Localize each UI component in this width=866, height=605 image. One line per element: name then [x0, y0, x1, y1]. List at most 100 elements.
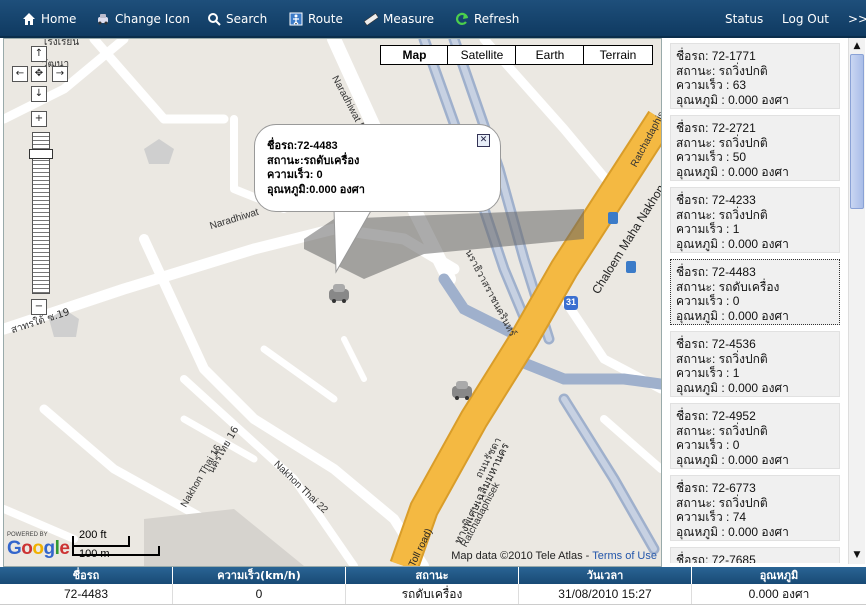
maptype-map[interactable]: Map — [380, 45, 449, 65]
refresh-label: Refresh — [474, 12, 520, 26]
vehicle-card-selected[interactable]: ชื่อรถ: 72-4483 สถานะ: รถดับเครื่อง ความ… — [670, 259, 840, 325]
map-view[interactable]: Naradhiwat Rajanagarindra Naradhiwat Rat… — [3, 38, 662, 567]
refresh-icon — [455, 12, 469, 26]
vehicle-temp: อุณหภูมิ : 0.000 องศา — [676, 524, 789, 539]
column-header-datetime[interactable]: วันเวลา — [519, 567, 692, 584]
vehicle-card[interactable]: ชื่อรถ: 72-2721 สถานะ: รถวิ่งปกติ ความเร… — [670, 115, 840, 181]
ruler-icon — [364, 12, 378, 26]
zoom-slider-thumb[interactable] — [29, 149, 53, 159]
terms-of-use-link[interactable]: Terms of Use — [592, 550, 657, 562]
cell-datetime: 31/08/2010 15:27 — [519, 584, 692, 604]
more-button[interactable]: >> — [848, 11, 866, 27]
cell-status: รถดับเครื่อง — [346, 584, 519, 604]
zoom-out-button[interactable]: − — [31, 299, 47, 315]
maptype-terrain[interactable]: Terrain — [583, 45, 653, 65]
copyright-text: Map data ©2010 Tele Atlas - — [451, 550, 590, 562]
status-button[interactable]: Status — [725, 11, 763, 27]
route-label: Route — [308, 12, 343, 26]
maptype-satellite[interactable]: Satellite — [447, 45, 517, 65]
map-copyright: Map data ©2010 Tele Atlas - Terms of Use — [451, 550, 657, 562]
route-shield-label: 31 — [565, 297, 576, 307]
refresh-button[interactable]: Refresh — [455, 11, 519, 27]
vehicle-status: สถานะ: รถดับเครื่อง — [676, 279, 780, 294]
cell-name: 72-4483 — [0, 584, 173, 604]
measure-label: Measure — [383, 12, 434, 26]
popup-line-temp: อุณหภูมิ:0.000 องศา — [267, 183, 365, 196]
vehicle-name: ชื่อรถ: 72-2721 — [676, 121, 756, 135]
vehicle-marker — [452, 381, 472, 400]
google-logo[interactable]: Google — [7, 538, 70, 560]
vehicle-card[interactable]: ชื่อรถ: 72-4952 สถานะ: รถวิ่งปกติ ความเร… — [670, 403, 840, 469]
scroll-up-arrow-icon[interactable]: ▲ — [850, 39, 864, 53]
vehicle-temp: อุณหภูมิ : 0.000 องศา — [676, 236, 789, 251]
logout-button[interactable]: Log Out — [782, 11, 829, 27]
route-button[interactable]: Route — [289, 11, 343, 27]
vehicle-temp: อุณหภูมิ : 0.000 องศา — [676, 164, 789, 179]
measure-button[interactable]: Measure — [364, 11, 434, 27]
change-icon-button[interactable]: Change Icon — [96, 11, 190, 27]
vehicle-status: สถานะ: รถวิ่งปกติ — [676, 495, 768, 510]
home-label: Home — [41, 12, 77, 26]
home-icon — [22, 12, 36, 26]
vehicle-card[interactable]: ชื่อรถ: 72-4233 สถานะ: รถวิ่งปกติ ความเร… — [670, 187, 840, 253]
popup-content: ชื่อรถ:72-4483 สถานะ:รถดับเครื่อง ความเร… — [267, 139, 365, 197]
zoom-in-button[interactable]: + — [31, 111, 47, 127]
vehicle-temp: อุณหภูมิ : 0.000 องศา — [676, 308, 789, 323]
route-icon — [289, 12, 303, 26]
vehicle-speed: ความเร็ว : 1 — [676, 222, 740, 236]
popup-line-status: สถานะ:รถดับเครื่อง — [267, 154, 360, 167]
vehicle-speed: ความเร็ว : 50 — [676, 150, 747, 164]
top-toolbar: Home Change Icon Search Route Measure Re… — [0, 0, 866, 38]
cell-temperature: 0.000 องศา — [748, 587, 810, 601]
scroll-thumb[interactable] — [850, 54, 864, 209]
pan-up-button[interactable]: ↑ — [31, 46, 47, 62]
vehicle-card[interactable]: ชื่อรถ: 72-7685 — [670, 547, 840, 563]
table-header: ชื่อรถ ความเร็ว(km/h) สถานะ วันเวลา อุณห… — [0, 567, 866, 584]
pan-down-button[interactable]: ↓ — [31, 86, 47, 102]
car-icon — [96, 12, 110, 26]
cell-speed: 0 — [173, 584, 346, 604]
vehicle-speed: ความเร็ว : 74 — [676, 510, 747, 524]
pan-center-button[interactable]: ✥ — [31, 66, 47, 82]
vehicle-name: ชื่อรถ: 72-4483 — [676, 265, 756, 279]
vehicle-name: ชื่อรถ: 72-4952 — [676, 409, 756, 423]
search-button[interactable]: Search — [207, 11, 267, 27]
logout-label: Log Out — [782, 12, 830, 26]
column-header-status[interactable]: สถานะ — [346, 567, 519, 584]
vehicle-name: ชื่อรถ: 72-7685 — [676, 553, 756, 563]
vehicle-name: ชื่อรถ: 72-1771 — [676, 49, 756, 63]
vehicle-list-scrollbar[interactable]: ▲ ▼ — [848, 38, 865, 564]
scale-ft-label: 200 ft — [79, 529, 107, 541]
vehicle-card[interactable]: ชื่อรถ: 72-4536 สถานะ: รถวิ่งปกติ ความเร… — [670, 331, 840, 397]
vehicle-marker-selected — [329, 284, 349, 303]
map-canvas — [4, 39, 661, 566]
vehicle-name: ชื่อรถ: 72-4536 — [676, 337, 756, 351]
vehicle-card[interactable]: ชื่อรถ: 72-6773 สถานะ: รถวิ่งปกติ ความเร… — [670, 475, 840, 541]
pan-left-button[interactable]: ← — [12, 66, 28, 82]
column-header-name[interactable]: ชื่อรถ — [0, 567, 173, 584]
vehicle-temp: อุณหภูมิ : 0.000 องศา — [676, 380, 789, 395]
vehicle-card[interactable]: ชื่อรถ: 72-1771 สถานะ: รถวิ่งปกติ ความเร… — [670, 43, 840, 109]
table-row[interactable]: 72-4483 0 รถดับเครื่อง 31/08/2010 15:27 … — [0, 584, 866, 605]
vehicle-speed: ความเร็ว : 1 — [676, 366, 740, 380]
vehicle-status: สถานะ: รถวิ่งปกติ — [676, 135, 768, 150]
change-icon-label: Change Icon — [115, 12, 190, 26]
column-header-speed[interactable]: ความเร็ว(km/h) — [173, 567, 346, 584]
pan-right-button[interactable]: → — [52, 66, 68, 82]
vehicle-speed: ความเร็ว : 0 — [676, 294, 740, 308]
vehicle-status: สถานะ: รถวิ่งปกติ — [676, 423, 768, 438]
home-button[interactable]: Home — [22, 11, 76, 27]
column-header-temperature[interactable]: อุณหภูมิ — [692, 567, 866, 584]
scale-m-label: 100 m — [79, 548, 110, 560]
search-label: Search — [226, 12, 268, 26]
vehicle-list[interactable]: ชื่อรถ: 72-1771 สถานะ: รถวิ่งปกติ ความเร… — [664, 38, 848, 563]
popup-tail — [333, 206, 373, 274]
popup-line-speed: ความเร็ว: 0 — [267, 169, 323, 181]
vehicle-status: สถานะ: รถวิ่งปกติ — [676, 207, 768, 222]
popup-close-button[interactable]: ✕ — [477, 134, 490, 147]
vehicle-speed: ความเร็ว : 63 — [676, 78, 747, 92]
scroll-down-arrow-icon[interactable]: ▼ — [850, 548, 864, 562]
maptype-earth[interactable]: Earth — [515, 45, 585, 65]
search-icon — [207, 12, 221, 26]
vehicle-info-popup: ชื่อรถ:72-4483 สถานะ:รถดับเครื่อง ความเร… — [254, 124, 501, 212]
